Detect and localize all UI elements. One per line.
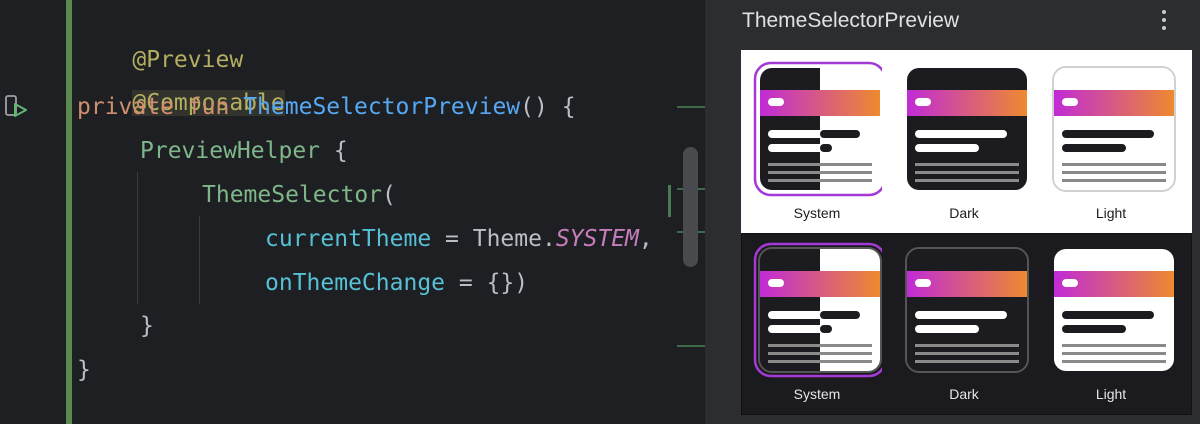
theme-option-light[interactable]: Light (1046, 241, 1176, 411)
parameter-name: currentTheme (265, 226, 432, 252)
editor-scrollbar-thumb[interactable] (683, 147, 698, 267)
theme-option-dark[interactable]: Dark (899, 241, 1029, 411)
parameter-name: onThemeChange (265, 270, 446, 296)
preview-frame-dark: System Dark Light (741, 233, 1192, 415)
theme-thumbnail-dark (905, 247, 1029, 373)
code-text: { (320, 138, 348, 164)
code-text: () { (520, 94, 576, 120)
code-line-6[interactable]: currentTheme = Theme.SYSTEM, (265, 219, 653, 259)
code-text: } (77, 357, 91, 383)
theme-thumbnail-light (1052, 66, 1176, 192)
code-line-5[interactable]: ThemeSelector( (202, 175, 396, 215)
theme-option-label: System (793, 386, 841, 402)
preview-title: ThemeSelectorPreview (742, 9, 960, 32)
theme-option-dark[interactable]: Dark (899, 60, 1029, 230)
theme-option-label: Dark (949, 205, 979, 221)
code-text: } (140, 313, 154, 339)
code-line-8[interactable]: } (140, 306, 154, 346)
theme-thumbnail-dark (907, 68, 1027, 190)
code-text: = (431, 226, 473, 252)
preview-frame-light: System Dark Light (741, 50, 1192, 233)
code-line-2[interactable]: @Composable (77, 43, 285, 116)
function-call: PreviewHelper (140, 138, 321, 164)
code-text: Theme. (472, 226, 556, 252)
fold-marker (677, 345, 705, 347)
more-vertical-icon[interactable] (1158, 8, 1170, 36)
code-line-4[interactable]: PreviewHelper { (140, 131, 348, 171)
theme-option-label: System (793, 205, 841, 221)
fold-marker (677, 106, 705, 108)
theme-option-label: Light (1095, 205, 1127, 221)
preview-panel: ThemeSelectorPreview System Dark Light S… (705, 0, 1200, 424)
enum-constant: SYSTEM (555, 226, 639, 252)
theme-option-light[interactable]: Light (1046, 60, 1176, 230)
code-text: , (638, 226, 653, 252)
code-text: {}) (486, 270, 529, 296)
code-line-9[interactable]: } (77, 350, 91, 390)
code-line-1[interactable]: @Preview (77, 0, 243, 73)
code-text: = (445, 270, 487, 296)
code-text: ( (382, 182, 396, 208)
code-line-3[interactable]: private fun ThemeSelectorPreview() { (77, 87, 576, 127)
code-editor[interactable]: @Preview @Composable private fun ThemeSe… (0, 0, 705, 424)
theme-option-system[interactable]: System (752, 241, 887, 411)
theme-thumbnail-system (753, 242, 887, 378)
theme-thumbnail-system (753, 61, 887, 197)
indent-guide (137, 172, 138, 304)
keyword: fun (187, 94, 230, 120)
theme-option-label: Dark (949, 386, 979, 402)
function-name: ThemeSelectorPreview (243, 94, 521, 120)
indent-guide (199, 216, 200, 304)
code-line-7[interactable]: onThemeChange = {}) (265, 263, 528, 303)
run-preview-icon[interactable] (2, 93, 30, 121)
theme-thumbnail-light (1054, 249, 1174, 371)
function-call: ThemeSelector (202, 182, 383, 208)
keyword: private (77, 94, 174, 120)
theme-option-label: Light (1095, 386, 1127, 402)
change-marker (668, 185, 671, 217)
theme-option-system[interactable]: System (752, 60, 887, 230)
change-marker (66, 0, 72, 424)
